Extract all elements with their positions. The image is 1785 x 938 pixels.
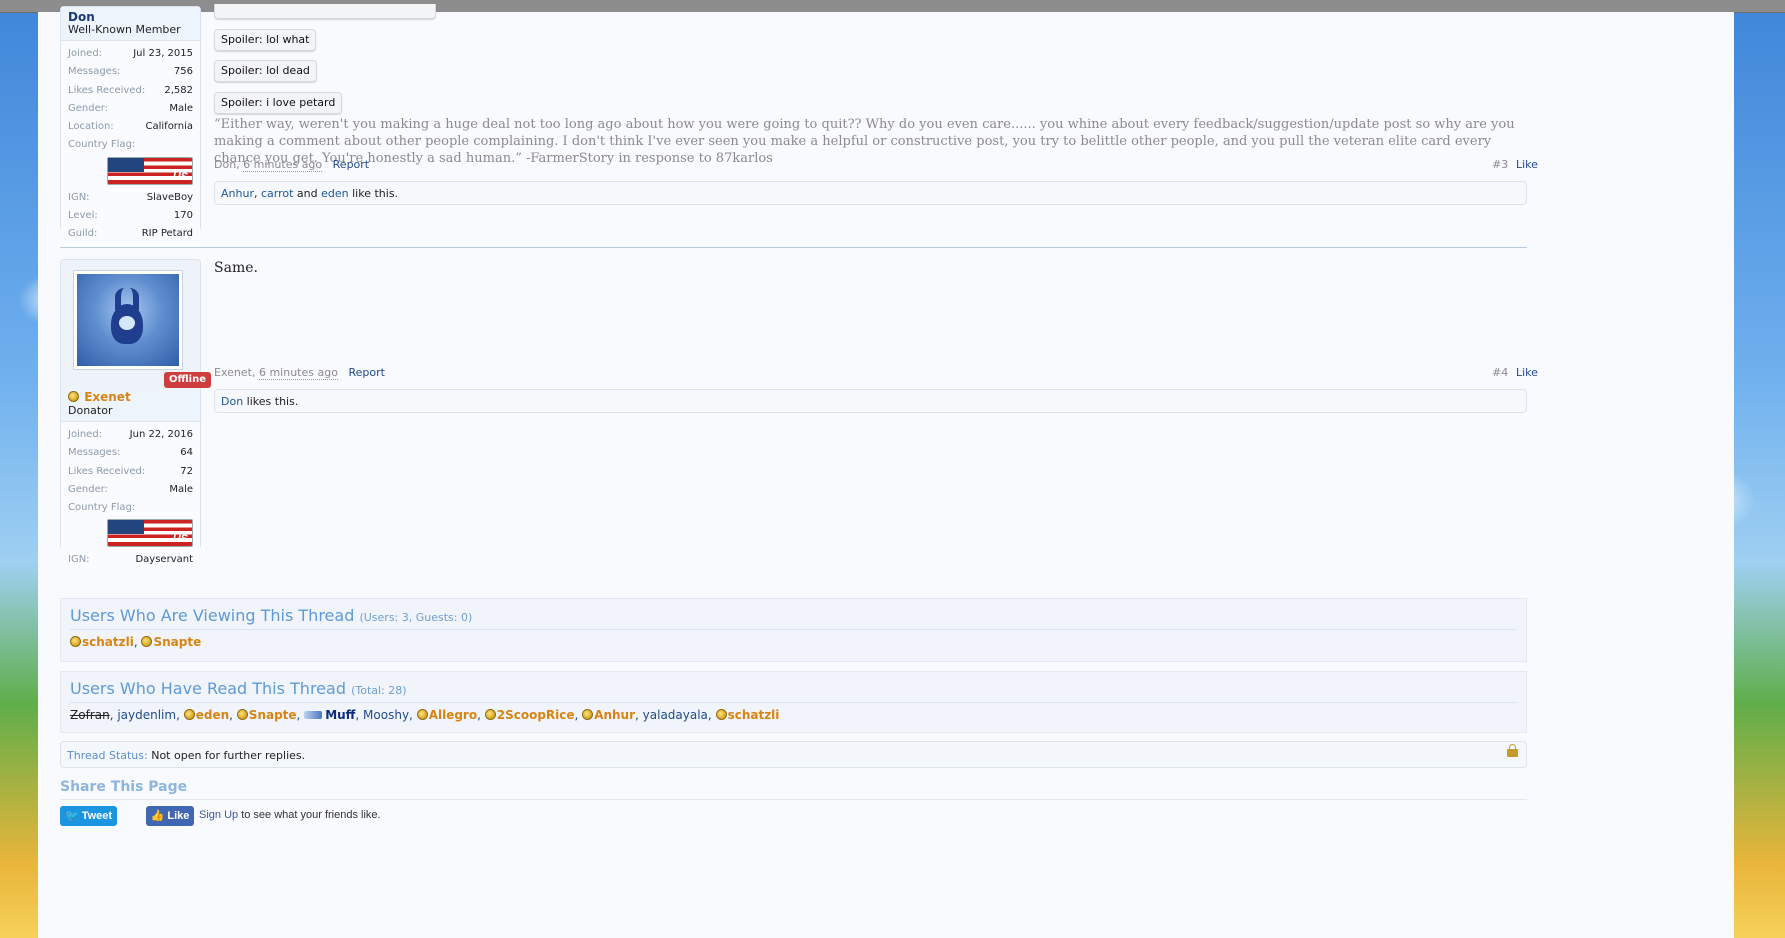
gold-coin-icon [141,636,153,647]
message-body: Same. [214,260,258,276]
user-link[interactable]: 2ScoopRice [484,708,575,722]
stat-row: Level: 170 [68,210,193,222]
thread-status-bar: Thread Status: Not open for further repl… [60,741,1527,768]
post-divider [60,247,1527,248]
liker-link[interactable]: Anhur [221,187,254,200]
post-author[interactable]: Don [214,158,236,171]
stat-row: Likes Received: 2,582 [68,84,193,96]
user-title: Well-Known Member [68,23,181,36]
user-link[interactable]: jaydenlim [117,708,176,722]
username-link[interactable]: Don [68,11,193,23]
gold-coin-icon [582,709,594,720]
spoiler-button[interactable]: Spoiler: i love petard [214,92,343,114]
report-link[interactable]: Report [348,366,384,379]
liker-link[interactable]: eden [321,187,349,200]
user-link[interactable]: Mooshy [363,708,409,722]
stat-row: Messages: 756 [68,66,193,78]
post-time[interactable]: 6 minutes ago [243,158,323,172]
lock-icon [1507,744,1518,757]
signature-quote: “Either way, weren't you making a huge d… [214,117,1515,166]
user-link[interactable]: Zofran [70,708,110,722]
gold-coin-icon [484,709,496,720]
post-time[interactable]: 6 minutes ago [258,366,338,380]
stat-row: Country Flag: [68,139,136,151]
stat-row: Joined: Jun 22, 2016 [68,429,193,440]
username-link[interactable]: Exenet [68,390,193,404]
user-link[interactable]: Snapte [141,635,201,649]
likes-summary: Anhur, carrot and eden like this. [214,181,1527,205]
gold-coin-icon [715,709,727,720]
post-author[interactable]: Exenet [214,366,252,379]
message-user-info: Offline Exenet Donator Joined: Jun 22, 20… [60,259,211,574]
gold-coin-icon [183,709,195,720]
offline-badge: Offline [164,372,211,388]
thread-status-label: Thread Status: [67,749,148,762]
stat-row: Joined: Jul 23, 2015 [68,48,193,59]
extra-user-info: Joined: Jun 22, 2016 Messages: 64 Likes Re… [61,421,200,574]
user-link[interactable]: Allegro [416,708,477,722]
post-number[interactable]: #3 [1492,158,1508,171]
user-link[interactable]: eden [183,708,229,722]
spoiler-button[interactable]: Spoiler: lol what [214,29,317,51]
user-link[interactable]: Muff [304,708,355,722]
gold-coin-icon [70,636,81,647]
stat-row: Location: California [68,121,193,133]
reader-list: Zofran, jaydenlim, eden, Snapte, Muff, M… [70,708,780,722]
user-link[interactable]: schatzli [715,708,779,722]
users-read-block: Users Who Have Read This Thread (Total: … [60,671,1527,733]
viewer-list: schatzli, Snapte [70,635,201,649]
user-link[interactable]: schatzli [70,635,134,649]
block-heading: Users Who Have Read This Thread (Total: … [70,679,407,698]
post-number[interactable]: #4 [1492,366,1508,379]
thread-page: Don Well-Known Member Joined: Jul 23, 201… [38,4,1734,938]
us-flag-icon: US [107,156,193,185]
user-details: Exenet Donator [61,388,200,421]
avatar-holder: Offline [61,260,211,388]
extra-user-info: Joined: Jul 23, 2015 Messages: 756 Likes R… [61,40,200,248]
block-heading: Users Who Are Viewing This Thread (Users… [70,606,473,625]
users-viewing-block: Users Who Are Viewing This Thread (Users… [60,598,1527,662]
liker-link[interactable]: carrot [261,187,293,200]
tweet-button[interactable]: 🐦 Tweet [60,806,117,826]
message-user-info: Don Well-Known Member Joined: Jul 23, 201… [60,6,201,248]
facebook-like-button[interactable]: 👍 Like [146,806,194,826]
stat-row: Gender: Male [68,483,193,495]
share-divider [60,799,1527,800]
share-heading: Share This Page [60,779,188,795]
spoiler-button[interactable]: Spoiler: lol dead [214,60,317,82]
stat-row: Likes Received: 72 [68,465,193,477]
gold-coin-icon [236,709,248,720]
avatar[interactable] [73,270,183,370]
stat-row: IGN: Dayservant [68,554,193,566]
stat-row: Country Flag: [68,502,136,514]
thumbs-up-icon: 👍 [150,810,165,822]
liker-link[interactable]: Don [221,395,243,408]
like-link[interactable]: Like [1516,158,1538,171]
thread-status-value: Not open for further replies. [151,749,306,762]
signup-link[interactable]: Sign Up [199,809,238,821]
user-details: Don Well-Known Member [61,7,200,40]
spoiler-button[interactable] [214,4,436,19]
wing-badge-icon [304,711,323,719]
stat-row: IGN: SlaveBoy [68,191,193,203]
user-link[interactable]: Anhur [582,708,635,722]
user-title: Donator [68,404,113,417]
report-link[interactable]: Report [333,158,369,171]
user-link[interactable]: yaladayala [643,708,708,722]
post-meta: Don, 6 minutes ago Report [214,158,370,172]
post-meta: Exenet, 6 minutes ago Report [214,366,385,380]
likes-summary: Don likes this. [214,389,1527,413]
stat-row: Guild: RIP Petard [68,228,193,240]
twitter-bird-icon: 🐦 [64,810,79,822]
facebook-social-text: Sign Up to see what your friends like. [199,809,381,821]
us-flag-icon: US [107,519,193,548]
stat-row: Gender: Male [68,102,193,114]
gold-coin-icon [68,391,79,402]
like-link[interactable]: Like [1516,366,1538,379]
user-link[interactable]: Snapte [236,708,297,722]
gold-coin-icon [416,709,428,720]
stat-row: Messages: 64 [68,447,193,459]
